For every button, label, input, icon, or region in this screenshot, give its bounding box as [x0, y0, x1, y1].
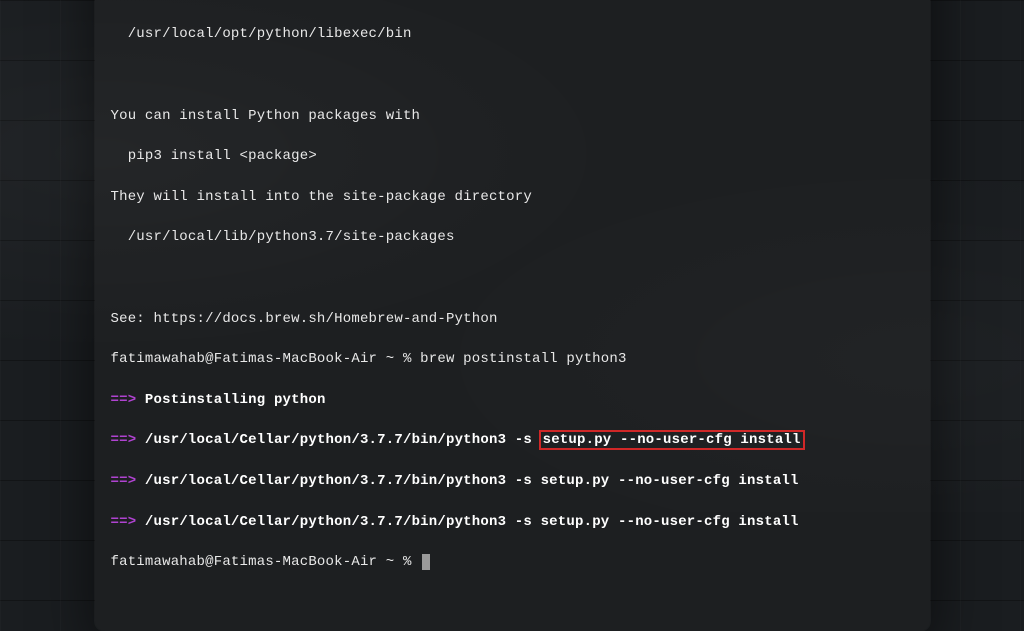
terminal-window: 🏠 fatimawahab — -zsh — 80×17 Unversioned… [95, 0, 930, 631]
prompt-line: fatimawahab@Fatimas-MacBook-Air ~ % brew… [111, 349, 914, 369]
arrow-icon: ==> [111, 473, 137, 489]
arrow-icon: ==> [111, 432, 137, 448]
brew-line: ==> /usr/local/Cellar/python/3.7.7/bin/p… [111, 430, 914, 450]
output-line: /usr/local/lib/python3.7/site-packages [111, 227, 914, 247]
brew-line: ==> /usr/local/Cellar/python/3.7.7/bin/p… [111, 471, 914, 491]
output-line: pip3 install <package> [111, 146, 914, 166]
brew-line: ==> Postinstalling python [111, 390, 914, 410]
brew-line: ==> /usr/local/Cellar/python/3.7.7/bin/p… [111, 512, 914, 532]
output-line [111, 268, 914, 288]
output-line: They will install into the site-package … [111, 187, 914, 207]
brew-step: /usr/local/Cellar/python/3.7.7/bin/pytho… [145, 514, 799, 530]
cursor-icon [422, 554, 430, 570]
brew-step: Postinstalling python [145, 392, 326, 408]
highlight-box: setup.py --no-user-cfg install [539, 430, 805, 450]
terminal-content[interactable]: Unversioned symlinks `python`, `python-c… [95, 0, 930, 631]
output-line: See: https://docs.brew.sh/Homebrew-and-P… [111, 309, 914, 329]
brew-step: /usr/local/Cellar/python/3.7.7/bin/pytho… [145, 473, 799, 489]
brew-step: /usr/local/Cellar/python/3.7.7/bin/pytho… [145, 432, 805, 448]
arrow-icon: ==> [111, 392, 137, 408]
output-line: /usr/local/opt/python/libexec/bin [111, 24, 914, 44]
output-line: You can install Python packages with [111, 106, 914, 126]
output-line: `python3`, `python3-config`, `pip3` etc.… [111, 0, 914, 4]
prompt-line: fatimawahab@Fatimas-MacBook-Air ~ % [111, 552, 914, 572]
arrow-icon: ==> [111, 514, 137, 530]
output-line [111, 65, 914, 85]
